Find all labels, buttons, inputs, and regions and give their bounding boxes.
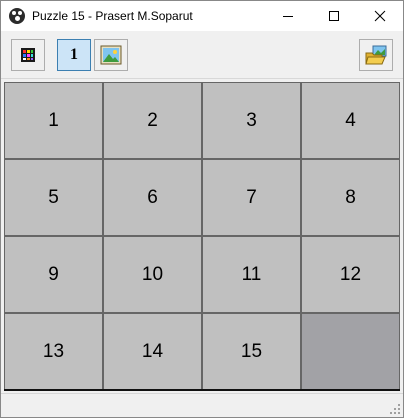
open-image-button[interactable] — [359, 39, 393, 71]
tile-6[interactable]: 6 — [104, 160, 201, 235]
tile-4[interactable]: 4 — [302, 83, 399, 158]
close-button[interactable] — [357, 1, 403, 31]
picture-icon — [100, 45, 122, 65]
status-bar — [1, 393, 403, 417]
toolbar: 1 — [1, 31, 403, 79]
picture-mode-button[interactable] — [94, 39, 128, 71]
tile-13[interactable]: 13 — [5, 314, 102, 389]
tile-14[interactable]: 14 — [104, 314, 201, 389]
minimize-icon — [283, 16, 293, 17]
color-palette-button[interactable] — [11, 39, 45, 71]
paw-icon[interactable] — [9, 8, 25, 24]
maximize-icon — [329, 11, 339, 21]
tile-8[interactable]: 8 — [302, 160, 399, 235]
color-grid-icon — [21, 48, 35, 62]
resize-grip-icon[interactable] — [390, 404, 400, 414]
app-window: Puzzle 15 - Prasert M.Soparut 1 1 2 3 4 … — [0, 0, 404, 418]
tile-12[interactable]: 12 — [302, 237, 399, 312]
puzzle-board: 1 2 3 4 5 6 7 8 9 10 11 12 13 14 15 — [4, 82, 400, 389]
close-icon — [374, 10, 386, 22]
tile-3[interactable]: 3 — [203, 83, 300, 158]
tile-2[interactable]: 2 — [104, 83, 201, 158]
empty-slot[interactable] — [302, 314, 399, 389]
number-mode-label: 1 — [70, 46, 78, 63]
tile-9[interactable]: 9 — [5, 237, 102, 312]
status-text — [5, 398, 397, 414]
open-folder-image-icon — [365, 45, 387, 65]
tile-10[interactable]: 10 — [104, 237, 201, 312]
maximize-button[interactable] — [311, 1, 357, 31]
tile-1[interactable]: 1 — [5, 83, 102, 158]
number-mode-button[interactable]: 1 — [57, 39, 91, 71]
tile-15[interactable]: 15 — [203, 314, 300, 389]
title-bar[interactable]: Puzzle 15 - Prasert M.Soparut — [1, 1, 403, 31]
tile-11[interactable]: 11 — [203, 237, 300, 312]
tile-7[interactable]: 7 — [203, 160, 300, 235]
board-bottom-edge — [4, 389, 400, 391]
tile-5[interactable]: 5 — [5, 160, 102, 235]
minimize-button[interactable] — [265, 1, 311, 31]
window-title: Puzzle 15 - Prasert M.Soparut — [32, 9, 193, 23]
